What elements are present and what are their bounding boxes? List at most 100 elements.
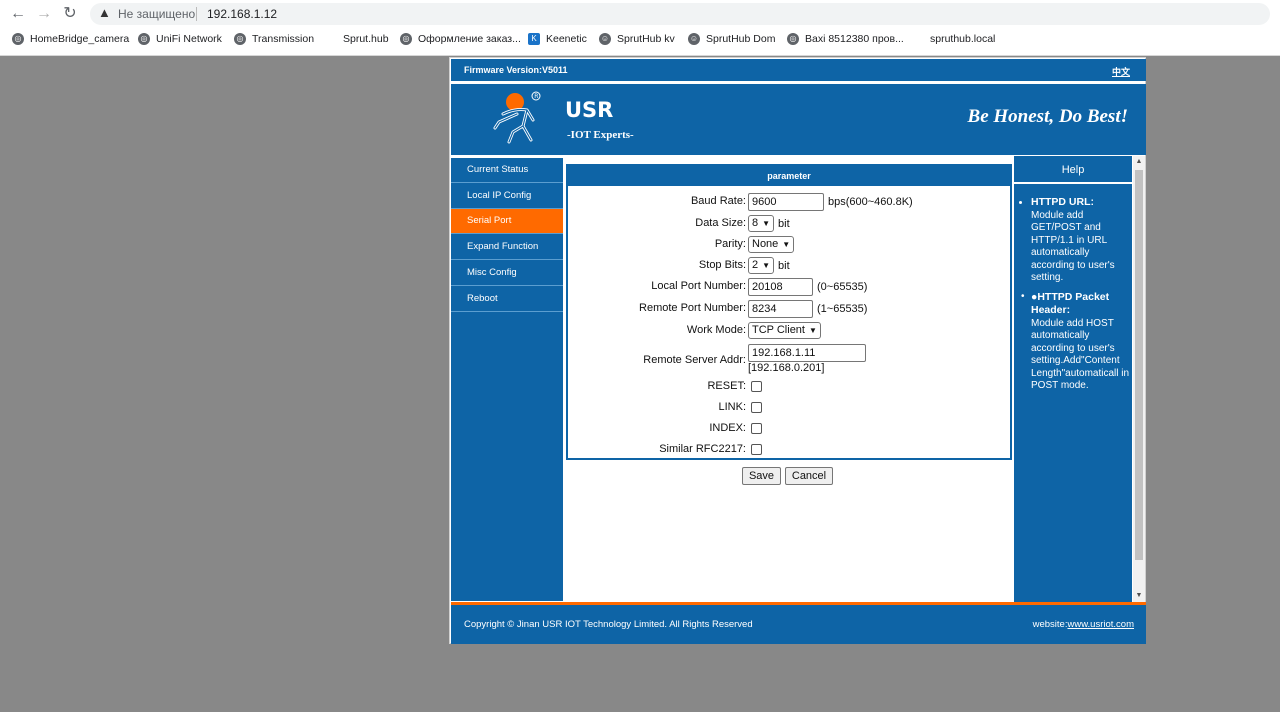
footer: Copyright © Jinan USR IOT Technology Lim… [451,602,1146,644]
side-menu: Current Status Local IP Config Serial Po… [451,158,563,601]
index-checkbox[interactable] [751,423,762,434]
firmware-bar: Firmware Version:V5011 中文 [451,59,1146,81]
browser-chrome: ← → ↻ ▲ Не защищено 192.168.1.12 ◎ HomeBr… [0,0,1280,56]
menu-item-expand-function[interactable]: Expand Function [451,235,563,260]
remote-port-input[interactable]: 8234 [748,300,813,318]
cancel-button[interactable]: Cancel [785,467,833,485]
header-banner: R USR -IOT Experts- Be Honest, Do Best! [451,84,1146,155]
local-port-input[interactable]: 20108 [748,278,813,296]
bookmark-keenetic[interactable]: K Keenetic [528,33,587,45]
bookmark-baxi[interactable]: ◎ Baxi 8512380 пров... [787,33,904,45]
help-item-text: Module add GET/POST and HTTP/1.1 in URL … [1031,209,1115,284]
parity-label: Parity: [714,238,746,250]
website: website:www.usriot.com [1032,619,1134,630]
remote-port-range: (1~65535) [817,303,868,315]
warning-icon[interactable]: ▲ [98,5,111,20]
local-port-label: Local Port Number: [651,280,746,292]
address-bar[interactable]: ▲ Не защищено 192.168.1.12 [90,3,1270,25]
help-item: HTTPD URL:Module add GET/POST and HTTP/1… [1031,196,1130,285]
user-icon: ☺ [599,33,611,45]
baud-rate-label: Baud Rate: [690,195,746,207]
help-panel: Help HTTPD URL:Module add GET/POST and H… [1014,156,1132,602]
remote-server-label: Remote Server Addr: [643,354,746,366]
save-button[interactable]: Save [742,467,781,485]
help-title: Help [1014,156,1132,184]
scroll-up-icon[interactable]: ▲ [1133,156,1145,168]
website-link[interactable]: www.usriot.com [1067,619,1134,630]
reset-checkbox[interactable] [751,381,762,392]
help-item-title: ●HTTPD Packet Header: [1031,290,1110,317]
url-text[interactable]: 192.168.1.12 [207,7,277,21]
reload-icon[interactable]: ↻ [60,4,80,24]
bookmark-spruthub-kv[interactable]: ☺ SprutHub kv [599,33,675,45]
security-label[interactable]: Не защищено [118,7,195,21]
bookmark-sprut-hub[interactable]: Sprut.hub [343,33,389,45]
link-checkbox[interactable] [751,402,762,413]
stop-bits-select[interactable]: 2 ▼ [748,257,775,274]
help-item-text: Module add HOST automatically according … [1031,317,1130,392]
remote-server-input[interactable]: 192.168.1.11 [748,344,866,362]
device-page: Firmware Version:V5011 中文 R USR -IOT Exp… [449,57,1146,644]
menu-item-local-ip-config[interactable]: Local IP Config [451,184,563,209]
chevron-down-icon: ▼ [808,326,817,335]
data-size-label: Data Size: [695,217,746,229]
bookmark-transmission[interactable]: ◎ Transmission [234,33,314,45]
remote-server-current: [192.168.0.201] [748,362,825,374]
copyright: Copyright © Jinan USR IOT Technology Lim… [464,619,753,630]
local-port-range: (0~65535) [817,281,868,293]
menu-item-current-status[interactable]: Current Status [451,158,563,183]
stop-bits-unit: bit [778,259,790,272]
scroll-down-icon[interactable]: ▼ [1133,590,1145,602]
forward-icon[interactable]: → [34,4,54,24]
help-item-title: HTTPD URL: [1031,196,1094,208]
menu-item-misc-config[interactable]: Misc Config [451,261,563,286]
rfc2217-checkbox[interactable] [751,444,762,455]
firmware-version: Firmware Version:V5011 [464,65,568,75]
work-mode-label: Work Mode: [686,324,746,336]
globe-icon: ◎ [234,33,246,45]
help-body: HTTPD URL:Module add GET/POST and HTTP/1… [1018,196,1130,393]
baud-rate-range: bps(600~460.8K) [828,196,913,208]
keenetic-icon: K [528,33,540,45]
bookmark-unifi[interactable]: ◎ UniFi Network [138,33,222,45]
link-label: LINK: [718,401,746,413]
globe-icon: ◎ [12,33,24,45]
bookmark-spruthub-dom[interactable]: ☺ SprutHub Dom [688,33,775,45]
chevron-down-icon: ▼ [762,219,771,228]
user-icon: ☺ [688,33,700,45]
remote-server-row: Remote Server Addr: 192.168.1.11 [192.16… [568,344,1010,380]
chevron-down-icon: ▼ [782,240,791,249]
menu-item-serial-port[interactable]: Serial Port [451,209,563,234]
slogan: Be Honest, Do Best! [967,106,1128,127]
menu-item-reboot[interactable]: Reboot [451,287,563,312]
globe-icon: ◎ [787,33,799,45]
form-header: parameter [568,166,1010,186]
bookmarks-bar: ◎ HomeBridge_camera ◎ UniFi Network ◎ Trans… [0,31,1280,51]
scroll-thumb[interactable] [1135,170,1143,560]
globe-icon: ◎ [400,33,412,45]
usr-logo-icon: R [493,91,541,144]
brand-name: USR [565,98,614,122]
rfc2217-label: Similar RFC2217: [659,443,746,455]
baud-rate-input[interactable]: 9600 [748,193,824,211]
data-size-unit: bit [778,217,790,230]
remote-port-label: Remote Port Number: [639,302,746,314]
bookmark-order[interactable]: ◎ Оформление заказ... [400,33,521,45]
bookmark-homebridge[interactable]: ◎ HomeBridge_camera [12,33,129,45]
chevron-down-icon: ▼ [762,261,771,270]
svg-text:R: R [534,93,538,100]
brand-tagline: -IOT Experts- [567,129,634,141]
serial-port-form: parameter Baud Rate: 9600 bps(600~460.8K… [566,164,1012,460]
reset-label: RESET: [707,380,746,392]
stop-bits-label: Stop Bits: [698,259,746,271]
bookmark-spruthub-local[interactable]: spruthub.local [930,33,995,45]
data-size-select[interactable]: 8 ▼ [748,215,775,232]
help-scrollbar[interactable]: ▲ ▼ [1133,156,1145,602]
work-mode-select[interactable]: TCP Client ▼ [748,322,821,339]
index-label: INDEX: [709,422,746,434]
language-link[interactable]: 中文 [1112,65,1130,78]
back-icon[interactable]: ← [8,4,28,24]
globe-icon: ◎ [138,33,150,45]
parity-select[interactable]: None ▼ [748,236,795,253]
address-divider [196,7,197,21]
